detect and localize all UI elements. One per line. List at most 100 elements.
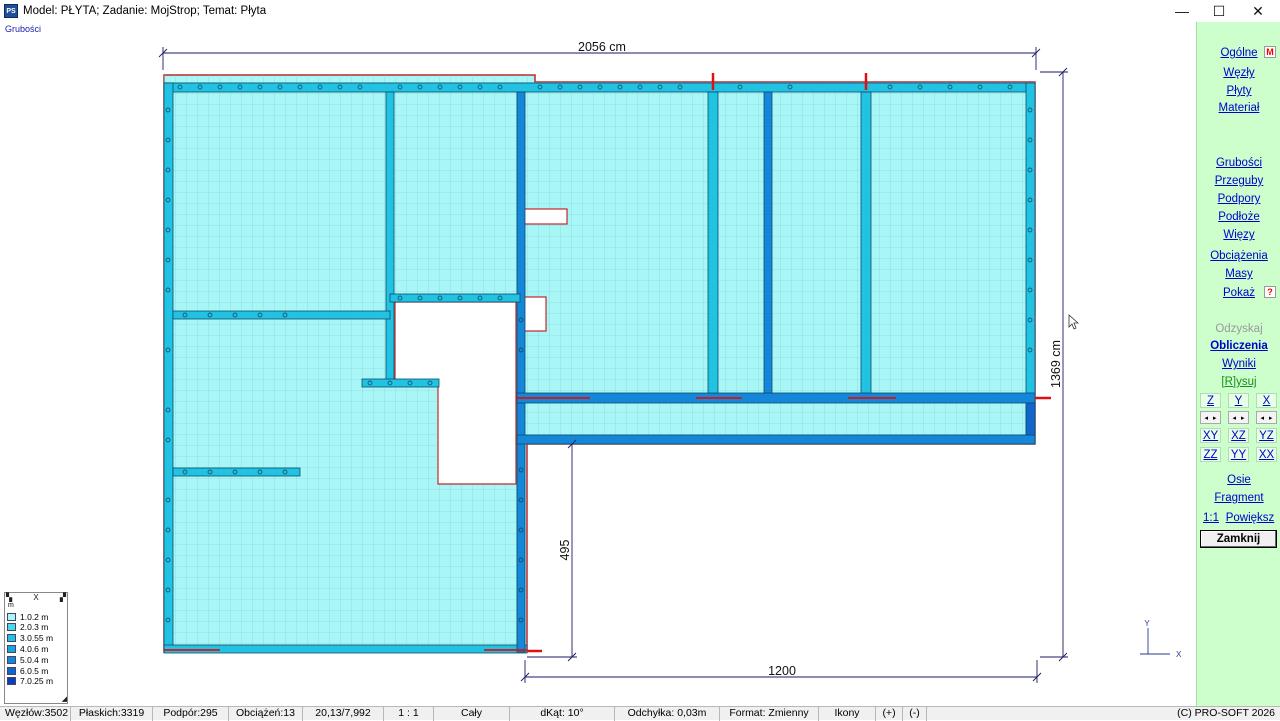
menu-wezly[interactable]: Węzły: [1197, 67, 1280, 79]
status-supports: Podpór:295: [153, 707, 229, 721]
rotate-x-arrows[interactable]: ◂ ▸: [1256, 411, 1277, 424]
status-bar: Węzłów:3502 Płaskich:3319 Podpór:295 Obc…: [0, 706, 1280, 721]
rotate-z-arrows[interactable]: ◂ ▸: [1200, 411, 1221, 424]
legend-item-label: 3.0.55 m: [20, 633, 54, 643]
legend-swatch: [7, 623, 16, 631]
legend-resize-icon[interactable]: ◢: [62, 695, 67, 703]
app-icon-label: PS: [6, 7, 16, 15]
arrow-left-icon[interactable]: ◂: [1260, 414, 1264, 422]
close-model-button[interactable]: Zamknij: [1200, 530, 1277, 548]
status-icons[interactable]: Ikony: [819, 707, 876, 721]
menu-przeguby[interactable]: Przeguby: [1197, 175, 1280, 187]
menu-material[interactable]: Materiał: [1197, 102, 1280, 114]
menu-grubosci[interactable]: Grubości: [1197, 157, 1280, 169]
legend-item-label: 1.0.2 m: [20, 612, 49, 622]
menu-podpory[interactable]: Podpory: [1197, 193, 1280, 205]
command-panel: Ogólne M Węzły Płyty Materiał Grubości P…: [1196, 22, 1280, 706]
status-loads: Obciążeń:13: [229, 707, 303, 721]
menu-fragment[interactable]: Fragment: [1197, 492, 1280, 504]
legend-swatch: [7, 645, 16, 653]
menu-wiezy[interactable]: Więzy: [1197, 229, 1280, 241]
status-minus[interactable]: (-): [903, 707, 927, 721]
legend-drag-icon[interactable]: ▚: [6, 593, 12, 602]
legend-item: 4.0.6 m: [7, 644, 48, 654]
menu-podloze[interactable]: Podłoże: [1197, 211, 1280, 223]
view-xz-button[interactable]: XZ: [1228, 428, 1249, 443]
m-badge-icon[interactable]: M: [1264, 46, 1276, 58]
status-copyright: (C) PRO-SOFT 2026: [1177, 707, 1275, 719]
status-format[interactable]: Format: Zmienny: [720, 707, 819, 721]
help-icon[interactable]: ?: [1264, 286, 1276, 298]
dimension-bottom-label: 1200: [768, 664, 796, 678]
arrow-left-icon[interactable]: ◂: [1232, 414, 1236, 422]
legend-item-label: 7.0.25 m: [20, 676, 54, 686]
slab-area[interactable]: [163, 74, 1036, 653]
menu-masy[interactable]: Masy: [1197, 268, 1280, 280]
axis-indicator: [1140, 628, 1170, 655]
minimize-button[interactable]: —: [1162, 0, 1202, 22]
arrow-right-icon[interactable]: ▸: [1241, 414, 1245, 422]
app-icon[interactable]: PS: [4, 4, 18, 18]
view-zz-button[interactable]: ZZ: [1200, 447, 1221, 462]
legend-item: 3.0.55 m: [7, 633, 53, 643]
dimension-inner-label: 495: [558, 540, 572, 561]
arrow-right-icon[interactable]: ▸: [1269, 414, 1273, 422]
menu-one-to-one[interactable]: 1:1: [1201, 512, 1221, 524]
axis-x-label: X: [1176, 650, 1182, 659]
legend-swatch: [7, 677, 16, 685]
status-range[interactable]: Cały: [434, 707, 510, 721]
menu-odzyskaj[interactable]: Odzyskaj: [1197, 323, 1280, 335]
view-xx-button[interactable]: XX: [1256, 447, 1277, 462]
status-deviation[interactable]: Odchyłka: 0,03m: [615, 707, 720, 721]
axis-y-label: Y: [1144, 619, 1150, 628]
view-yy-button[interactable]: YY: [1228, 447, 1249, 462]
view-xy-button[interactable]: XY: [1200, 428, 1221, 443]
legend-item-label: 2.0.3 m: [20, 622, 49, 632]
status-coordinates: 20,13/7,992: [303, 707, 384, 721]
menu-osie[interactable]: Osie: [1197, 474, 1280, 486]
legend-item: 1.0.2 m: [7, 612, 48, 622]
dimension-top-label: 2056 cm: [578, 40, 626, 54]
close-button[interactable]: ✕: [1238, 0, 1278, 22]
menu-obliczenia[interactable]: Obliczenia: [1197, 340, 1280, 352]
legend-swatch: [7, 656, 16, 664]
view-x-button[interactable]: X: [1256, 393, 1277, 408]
legend-drag-icon-right[interactable]: ▞: [60, 593, 66, 602]
legend-close-icon[interactable]: X: [33, 593, 38, 602]
menu-wyniki[interactable]: Wyniki: [1197, 358, 1280, 370]
legend-item-label: 5.0.4 m: [20, 655, 49, 665]
legend-swatch: [7, 667, 16, 675]
status-angle[interactable]: dKąt: 10°: [510, 707, 615, 721]
menu-powieksz[interactable]: Powiększ: [1223, 512, 1277, 524]
legend-swatch: [7, 634, 16, 642]
legend-item: 5.0.4 m: [7, 655, 48, 665]
legend-item: 2.0.3 m: [7, 622, 48, 632]
menu-plyty[interactable]: Płyty: [1197, 85, 1280, 97]
arrow-right-icon[interactable]: ▸: [1213, 414, 1217, 422]
status-plus[interactable]: (+): [876, 707, 903, 721]
legend-item: 7.0.25 m: [7, 676, 53, 686]
status-plates: Płaskich:3319: [71, 707, 153, 721]
status-scale[interactable]: 1 : 1: [384, 707, 434, 721]
legend-item-label: 4.0.6 m: [20, 644, 49, 654]
rotate-y-arrows[interactable]: ◂ ▸: [1228, 411, 1249, 424]
legend-header: ▚ X ▞: [6, 593, 66, 602]
dimension-right-label: 1369 cm: [1049, 340, 1063, 388]
maximize-button[interactable]: ☐: [1199, 0, 1239, 22]
title-bar: PS Model: PŁYTA; Zadanie: MojStrop; Tema…: [0, 0, 1280, 22]
menu-rysuj[interactable]: [R]ysuj: [1197, 376, 1280, 388]
view-z-button[interactable]: Z: [1200, 393, 1221, 408]
mouse-cursor: [1068, 314, 1080, 330]
thickness-legend: ▚ X ▞ m 1.0.2 m 2.0.3 m 3.0.55 m 4.0.6 m…: [4, 592, 68, 704]
view-yz-button[interactable]: YZ: [1256, 428, 1277, 443]
legend-swatch: [7, 613, 16, 621]
view-y-button[interactable]: Y: [1228, 393, 1249, 408]
status-nodes: Węzłów:3502: [0, 707, 71, 721]
window-title: Model: PŁYTA; Zadanie: MojStrop; Temat: …: [23, 5, 267, 17]
menu-obciazenia[interactable]: Obciążenia: [1197, 250, 1280, 262]
legend-unit: m: [8, 602, 14, 609]
model-canvas[interactable]: 2056 cm 1369 cm 495 1200 Y X: [0, 22, 1196, 706]
legend-item: 6.0.5 m: [7, 666, 48, 676]
legend-item-label: 6.0.5 m: [20, 666, 49, 676]
arrow-left-icon[interactable]: ◂: [1204, 414, 1208, 422]
